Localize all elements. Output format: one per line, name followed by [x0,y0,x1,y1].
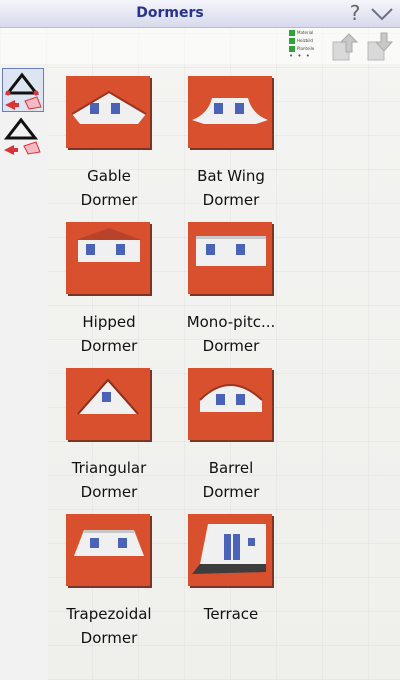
item-label: Triangular Dormer [71,459,147,501]
import-down-button[interactable] [364,30,394,62]
dormers-panel: Dormers ? Material Holzbild Planteile • … [0,0,400,680]
help-icon[interactable]: ? [346,2,364,24]
legend-swatch [289,29,295,36]
legend-swatch [289,37,295,44]
panel-title: Dormers [136,5,204,21]
legend-label: Planteile [297,45,315,51]
item-terrace[interactable]: Terrace [170,502,292,626]
layer-legend-icon[interactable]: Material Holzbild Planteile • • • [289,29,333,63]
legend-swatch [289,45,295,52]
trapezoidal-dormer-icon [66,514,152,588]
mono-pitch-dormer-icon [188,222,274,296]
gable-dormer-icon [66,76,152,150]
dormer-grid: Gable Dormer Bat Wing Dormer Hipped Dorm… [48,64,400,680]
item-trapezoidal-dormer[interactable]: Trapezoidal Dormer [48,502,170,650]
item-mono-pitch-dormer[interactable]: Mono-pitc... Dormer [170,210,292,358]
dormer-tool-button[interactable] [2,68,44,112]
tool-sidebar [0,64,48,680]
dormer-tool-alt-button[interactable] [2,114,44,158]
export-up-button[interactable] [329,30,359,62]
export-up-icon [332,33,359,61]
item-label: Hipped Dormer [80,313,138,355]
terrace-icon [188,514,274,588]
title-bar: Dormers ? [0,0,400,28]
item-label: Mono-pitc... Dormer [186,313,276,355]
chevron-down-icon[interactable] [369,4,395,24]
legend-row: Holzbild [289,37,333,44]
legend-row: Planteile [289,45,333,52]
hipped-dormer-icon [66,222,152,296]
item-label: Gable Dormer [80,167,138,209]
dormer-on-roof-tool-alt-icon [3,117,41,155]
legend-label: Holzbild [297,37,313,43]
item-label: Trapezoidal Dormer [66,605,152,647]
import-down-icon [367,32,394,61]
legend-more: • • • [289,52,311,60]
bat-wing-dormer-icon [188,76,274,150]
item-label: Barrel Dormer [202,459,260,501]
triangular-dormer-icon [66,368,152,442]
item-bat-wing-dormer[interactable]: Bat Wing Dormer [170,64,292,212]
item-label: Bat Wing Dormer [197,167,265,209]
legend-label: Material [297,29,314,35]
item-gable-dormer[interactable]: Gable Dormer [48,64,170,212]
legend-row: Material [289,29,333,36]
barrel-dormer-icon [188,368,274,442]
item-barrel-dormer[interactable]: Barrel Dormer [170,356,292,504]
dormer-on-roof-tool-icon [4,72,42,110]
item-label: Terrace [203,605,259,623]
item-hipped-dormer[interactable]: Hipped Dormer [48,210,170,358]
item-triangular-dormer[interactable]: Triangular Dormer [48,356,170,504]
